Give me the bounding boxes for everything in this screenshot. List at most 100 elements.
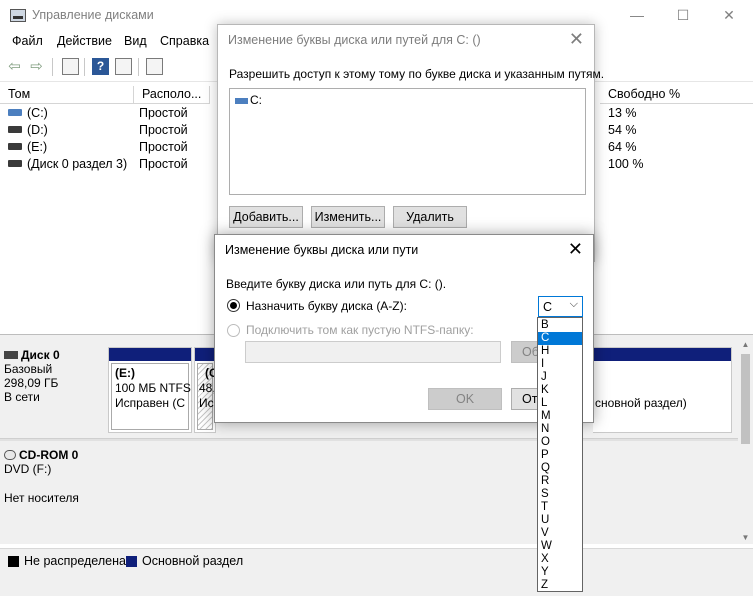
disk-row-separator xyxy=(0,438,738,441)
dropdown-option-v[interactable]: V xyxy=(538,527,582,540)
volume-name: (Диск 0 раздел 3) xyxy=(27,157,128,171)
mount-folder-label[interactable]: Подключить том как пустую NTFS-папку: xyxy=(246,323,474,337)
dropdown-option-p[interactable]: P xyxy=(538,449,582,462)
partition-color-bar xyxy=(593,348,731,361)
folder-path-input[interactable] xyxy=(245,341,501,363)
column-header-layout[interactable]: Располо... xyxy=(134,86,210,104)
drive-letter-dropdown[interactable]: BCHIJKLMNOPQRSTUVWXYZ xyxy=(537,317,583,592)
partition-color-bar xyxy=(195,348,215,361)
volume-free: 64 % xyxy=(608,140,637,154)
disk-type: DVD (F:) xyxy=(4,462,52,476)
ok-button[interactable]: OK xyxy=(428,388,502,410)
cdrom-empty-area xyxy=(106,442,738,542)
assign-letter-label[interactable]: Назначить букву диска (A-Z): xyxy=(246,299,407,313)
dropdown-option-b[interactable]: B xyxy=(538,319,582,332)
dropdown-option-r[interactable]: R xyxy=(538,475,582,488)
dropdown-option-l[interactable]: L xyxy=(538,397,582,410)
settings-icon[interactable] xyxy=(146,58,163,75)
delete-button[interactable]: Удалить xyxy=(393,206,467,228)
dropdown-option-w[interactable]: W xyxy=(538,540,582,553)
dropdown-option-m[interactable]: M xyxy=(538,410,582,423)
volume-layout: Простой xyxy=(139,140,188,154)
toolbar-separator xyxy=(138,58,139,76)
dropdown-option-j[interactable]: J xyxy=(538,371,582,384)
dialog-title: Изменение буквы диска или путей для C: (… xyxy=(228,33,481,47)
hard-disk-icon xyxy=(4,351,18,359)
minimize-button[interactable]: — xyxy=(614,0,660,30)
volume-layout: Простой xyxy=(139,123,188,137)
menu-file[interactable]: Файл xyxy=(12,34,43,48)
dropdown-option-i[interactable]: I xyxy=(538,358,582,371)
vertical-scrollbar[interactable]: ▲ ▼ xyxy=(738,338,753,544)
dialog-close-button[interactable]: ✕ xyxy=(568,239,583,259)
toolbar-separator xyxy=(52,58,53,76)
dialog-close-button[interactable]: ✕ xyxy=(569,29,584,49)
volume-free: 54 % xyxy=(608,123,637,137)
dropdown-option-h[interactable]: H xyxy=(538,345,582,358)
dropdown-option-y[interactable]: Y xyxy=(538,566,582,579)
partition-label: (E:) xyxy=(115,366,135,380)
partition-e[interactable]: (E:) 100 МБ NTFS Исправен (С xyxy=(108,347,192,433)
assign-letter-radio[interactable] xyxy=(227,299,240,312)
disk-size xyxy=(4,476,104,491)
paths-listbox[interactable]: C: xyxy=(229,88,586,195)
chevron-down-icon[interactable]: ⌵ xyxy=(570,298,578,311)
dialog-titlebar: Изменение буквы диска или путей для C: (… xyxy=(218,25,594,55)
maximize-button[interactable]: ☐ xyxy=(660,0,706,30)
partition-size: 100 МБ NTFS xyxy=(115,381,191,395)
dropdown-option-c[interactable]: C xyxy=(538,332,582,345)
console-tree-icon[interactable] xyxy=(62,58,79,75)
dropdown-option-t[interactable]: T xyxy=(538,501,582,514)
volume-icon xyxy=(8,160,22,167)
toolbar-separator xyxy=(84,58,85,76)
change-letter-paths-dialog: Изменение буквы диска или путей для C: (… xyxy=(217,24,604,262)
cdrom-0-label[interactable]: CD-ROM 0 DVD (F:) Нет носителя xyxy=(4,448,104,505)
volume-name: (E:) xyxy=(27,140,48,154)
disk-management-icon xyxy=(10,9,26,22)
drive-letter-select[interactable]: C ⌵ xyxy=(538,296,583,317)
dialog-instruction: Разрешить доступ к этому тому по букве д… xyxy=(229,67,605,81)
legend-swatch-primary xyxy=(126,556,137,567)
legend-label: Основной раздел xyxy=(142,554,244,568)
disk-0-label[interactable]: Диск 0 Базовый 298,09 ГБ В сети xyxy=(4,348,104,404)
back-arrow-icon[interactable]: ⇦ xyxy=(6,58,23,75)
legend-swatch-unallocated xyxy=(8,556,19,567)
window-title: Управление дисками xyxy=(32,8,154,22)
scrollbar-thumb[interactable] xyxy=(741,354,750,444)
volume-icon xyxy=(235,98,248,104)
dropdown-option-z[interactable]: Z xyxy=(538,579,582,592)
dropdown-option-q[interactable]: Q xyxy=(538,462,582,475)
add-button[interactable]: Добавить... xyxy=(229,206,303,228)
menu-help[interactable]: Справка xyxy=(160,34,209,48)
dropdown-option-u[interactable]: U xyxy=(538,514,582,527)
scroll-down-icon[interactable]: ▼ xyxy=(738,533,753,542)
dropdown-option-x[interactable]: X xyxy=(538,553,582,566)
legend: Не распределена Основной раздел xyxy=(0,548,753,574)
disk-name: Диск 0 xyxy=(21,348,60,362)
cd-rom-icon xyxy=(4,450,16,460)
close-button[interactable]: ✕ xyxy=(706,0,752,30)
scroll-up-icon[interactable]: ▲ xyxy=(738,340,753,349)
dialog-title: Изменение буквы диска или пути xyxy=(225,243,419,257)
dropdown-option-k[interactable]: K xyxy=(538,384,582,397)
partition-3[interactable]: сновной раздел) xyxy=(593,347,732,433)
volume-icon xyxy=(8,143,22,150)
menu-action[interactable]: Действие xyxy=(57,34,112,48)
menu-view[interactable]: Вид xyxy=(124,34,147,48)
disk-type: Базовый xyxy=(4,362,53,376)
mount-folder-radio[interactable] xyxy=(227,324,240,337)
column-header-free-percent[interactable]: Свободно % xyxy=(600,86,753,104)
list-item[interactable]: C: xyxy=(235,93,262,107)
dropdown-option-n[interactable]: N xyxy=(538,423,582,436)
volume-layout: Простой xyxy=(139,157,188,171)
forward-arrow-icon[interactable]: ⇨ xyxy=(28,58,45,75)
column-header-volume[interactable]: Том xyxy=(0,86,134,104)
help-icon[interactable]: ? xyxy=(92,58,109,75)
change-button[interactable]: Изменить... xyxy=(311,206,385,228)
properties-icon[interactable] xyxy=(115,58,132,75)
partition-status: сновной раздел) xyxy=(595,396,687,410)
dropdown-option-s[interactable]: S xyxy=(538,488,582,501)
legend-label: Не распределена xyxy=(24,554,126,568)
partition-c[interactable]: (C 48, Ис xyxy=(194,347,218,433)
dropdown-option-o[interactable]: O xyxy=(538,436,582,449)
